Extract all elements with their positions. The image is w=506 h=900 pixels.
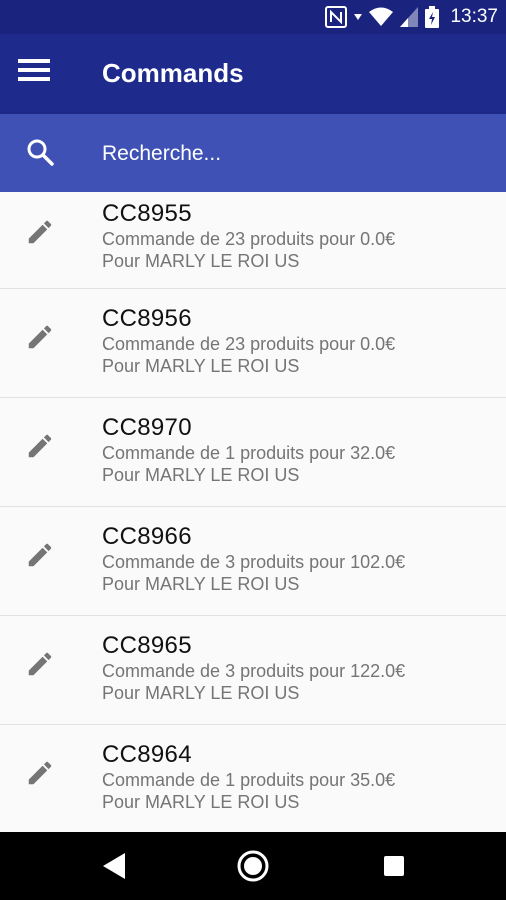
list-item[interactable]: CC8970 Commande de 1 produits pour 32.0€… <box>0 398 506 507</box>
edit-pencil-icon[interactable] <box>24 216 56 248</box>
data-arrow-icon <box>354 12 363 22</box>
command-destination: Pour MARLY LE ROI US <box>102 251 300 271</box>
list-item[interactable]: CC8964 Commande de 1 produits pour 35.0€… <box>0 725 506 832</box>
edit-pencil-icon[interactable] <box>24 321 56 353</box>
wifi-icon <box>369 7 394 27</box>
search-bar <box>0 114 506 192</box>
edit-pencil-icon[interactable] <box>24 539 56 571</box>
command-code: CC8955 <box>102 200 192 227</box>
edit-pencil-icon[interactable] <box>24 757 56 789</box>
list-item[interactable]: CC8966 Commande de 3 produits pour 102.0… <box>0 507 506 616</box>
command-destination: Pour MARLY LE ROI US <box>102 356 300 376</box>
list-item[interactable]: CC8955 Commande de 23 produits pour 0.0€… <box>0 192 506 289</box>
command-description: Commande de 23 produits pour 0.0€ <box>102 229 396 249</box>
command-code: CC8966 <box>102 523 192 550</box>
command-list: CC8955 Commande de 23 produits pour 0.0€… <box>0 192 506 832</box>
command-code: CC8956 <box>102 305 192 332</box>
back-icon[interactable] <box>94 846 134 886</box>
command-description: Commande de 3 produits pour 102.0€ <box>102 552 406 572</box>
command-destination: Pour MARLY LE ROI US <box>102 574 300 594</box>
battery-charging-icon <box>425 6 440 28</box>
command-description: Commande de 1 produits pour 35.0€ <box>102 770 396 790</box>
search-input[interactable] <box>100 136 484 172</box>
page-title: Commands <box>102 58 244 88</box>
status-icons: 13:37 <box>325 0 498 34</box>
command-code: CC8964 <box>102 741 192 768</box>
hamburger-menu-icon[interactable] <box>12 48 56 92</box>
search-icon[interactable] <box>22 134 58 170</box>
nfc-icon <box>325 6 348 28</box>
command-description: Commande de 23 produits pour 0.0€ <box>102 334 396 354</box>
command-description: Commande de 1 produits pour 32.0€ <box>102 443 396 463</box>
status-bar: 13:37 <box>0 0 506 34</box>
command-description: Commande de 3 produits pour 122.0€ <box>102 661 406 681</box>
command-code: CC8965 <box>102 632 192 659</box>
command-destination: Pour MARLY LE ROI US <box>102 683 300 703</box>
status-time: 13:37 <box>450 6 498 27</box>
system-nav-bar <box>0 832 506 900</box>
command-destination: Pour MARLY LE ROI US <box>102 792 300 812</box>
signal-icon <box>400 7 419 27</box>
command-code: CC8970 <box>102 414 192 441</box>
home-icon[interactable] <box>233 846 273 886</box>
recents-icon[interactable] <box>374 846 414 886</box>
app-bar: Commands <box>0 34 506 114</box>
list-item[interactable]: CC8956 Commande de 23 produits pour 0.0€… <box>0 289 506 398</box>
list-item[interactable]: CC8965 Commande de 3 produits pour 122.0… <box>0 616 506 725</box>
command-destination: Pour MARLY LE ROI US <box>102 465 300 485</box>
edit-pencil-icon[interactable] <box>24 430 56 462</box>
edit-pencil-icon[interactable] <box>24 648 56 680</box>
